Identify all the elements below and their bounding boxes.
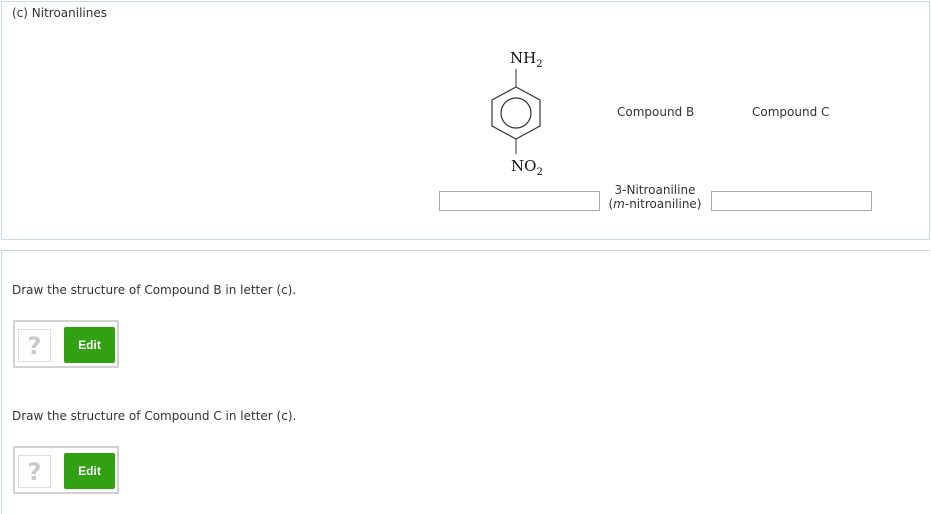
answer-input-right[interactable] (711, 191, 872, 211)
given-name-line1: 3-Nitroaniline (614, 183, 696, 197)
para-nitroaniline-structure: NH2 NO2 (484, 44, 554, 179)
question-mark-icon[interactable]: ? (18, 455, 51, 488)
edit-button-compound-c[interactable]: Edit (64, 453, 115, 489)
nh2-label: NH2 (510, 49, 543, 70)
draw-widget-compound-c[interactable]: ? Edit (13, 446, 119, 494)
prompt-compound-b: Draw the structure of Compound B in lett… (12, 283, 297, 297)
no2-label: NO2 (511, 157, 543, 178)
benzene-ring-drawing: NH2 NO2 (491, 49, 543, 178)
question-mark-icon[interactable]: ? (18, 329, 51, 362)
part-label: (c) Nitroanilines (12, 6, 108, 20)
answer-input-left[interactable] (439, 191, 600, 211)
draw-widget-compound-b[interactable]: ? Edit (13, 320, 119, 368)
edit-button-compound-b[interactable]: Edit (64, 327, 115, 363)
given-compound-name: 3-Nitroaniline (m-nitroaniline) (600, 183, 710, 211)
compound-c-header: Compound C (752, 105, 830, 119)
given-name-line2: (m-nitroaniline) (608, 197, 702, 211)
compound-b-header: Compound B (617, 105, 695, 119)
prompt-compound-c: Draw the structure of Compound C in lett… (12, 409, 297, 423)
